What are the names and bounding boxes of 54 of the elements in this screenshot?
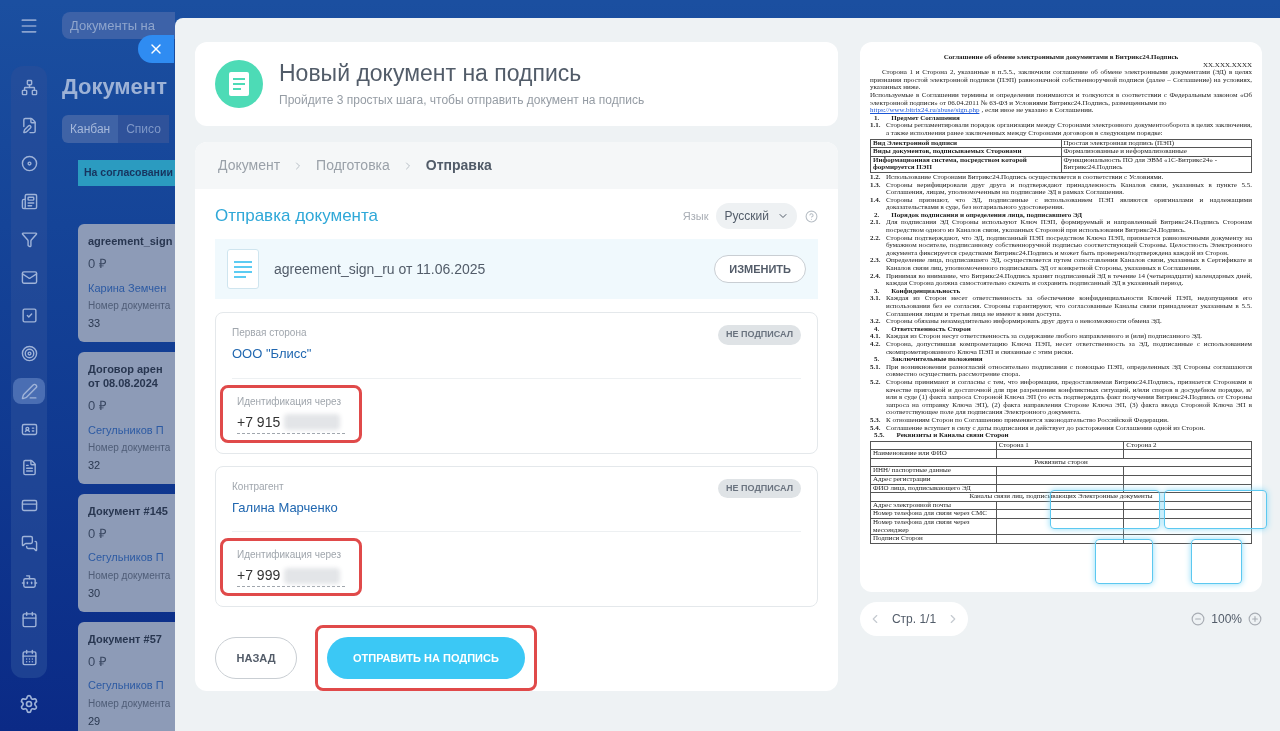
view-tab[interactable]: Канбан	[62, 115, 119, 143]
language-select[interactable]: Русский	[716, 203, 797, 229]
identification-label: Идентификация через	[237, 394, 342, 409]
header-subtitle: Пройдите 3 простых шага, чтобы отправить документ на подпись	[279, 92, 645, 109]
card-number: 33	[88, 316, 102, 331]
page-title: Документ	[62, 73, 168, 101]
card-person: Сегульников П	[88, 422, 165, 438]
change-button[interactable]: ИЗМЕНИТЬ	[714, 255, 806, 283]
card-person: Карина Земчен	[88, 280, 168, 296]
party-role: Первая сторона	[232, 326, 308, 340]
phone-number: +7 999	[237, 566, 281, 585]
phone-number: +7 915	[237, 412, 281, 432]
identification-field[interactable]: Идентификация через +7 999	[220, 538, 362, 596]
view-tab[interactable]: Списо	[118, 115, 169, 143]
card-field-label: Номер документа	[88, 696, 172, 711]
wizard-step[interactable]: Документ	[218, 155, 281, 176]
card-title: Договор арен	[88, 362, 164, 376]
card-person: Сегульников П	[88, 678, 165, 693]
kanban-card[interactable]: Документ #57 0 ₽ Сегульников П Номер документа 29	[78, 621, 175, 731]
card-number: 29	[88, 713, 102, 729]
zoom-level: 100%	[1211, 611, 1242, 628]
file-name: agreement_sign_ru от 11.06.2025	[274, 259, 487, 279]
section-title: Отправка документа	[215, 205, 380, 228]
card-title: Документ #145	[88, 503, 169, 518]
card-amount: 0 ₽	[88, 524, 108, 543]
card-title: от 08.08.2024	[88, 376, 159, 390]
card-number: 32	[88, 458, 102, 473]
party-name[interactable]: ООО "Блисс"	[232, 344, 719, 364]
card-amount: 0 ₽	[88, 397, 108, 415]
identification-field[interactable]: Идентификация через +7 915	[220, 384, 362, 443]
status-badge: НЕ ПОДПИСАЛ	[718, 478, 801, 498]
card-title: Документ #57	[88, 631, 163, 646]
header-title: Новый документ на подпись	[279, 59, 583, 87]
kanban-card[interactable]: agreement_sign 0 ₽ Карина Земчен Номер документа 33	[78, 224, 175, 342]
card-amount: 0 ₽	[88, 652, 108, 671]
card-number: 30	[88, 585, 102, 601]
card-person: Сегульников П	[88, 550, 165, 565]
search-field[interactable]: Документы на	[62, 12, 175, 39]
card-amount: 0 ₽	[88, 255, 108, 273]
kanban-card[interactable]: Документ #145 0 ₽ Сегульников П Номер документа 30	[78, 493, 175, 612]
wizard-step[interactable]: Подготовка	[316, 155, 390, 176]
status-badge: НЕ ПОДПИСАЛ	[718, 325, 801, 345]
party-name[interactable]: Галина Марченко	[232, 497, 719, 517]
identification-label: Идентификация через	[237, 548, 342, 562]
wizard-step[interactable]: Отправка	[425, 155, 492, 176]
card-field-label: Номер документа	[88, 568, 172, 583]
page-indicator: Стр. 1/1	[891, 611, 937, 628]
party-role: Контрагент	[232, 479, 285, 494]
kanban-card[interactable]: Договор арен от 08.08.2024 0 ₽ Сегульников П Номер документа 32	[78, 352, 175, 484]
language-label: Язык	[682, 208, 709, 224]
card-field-label: Номер документа	[88, 299, 172, 313]
card-field-label: Номер документа	[88, 441, 172, 455]
card-title: agreement_sign	[88, 234, 174, 248]
column-header: На согласовании	[78, 160, 175, 186]
